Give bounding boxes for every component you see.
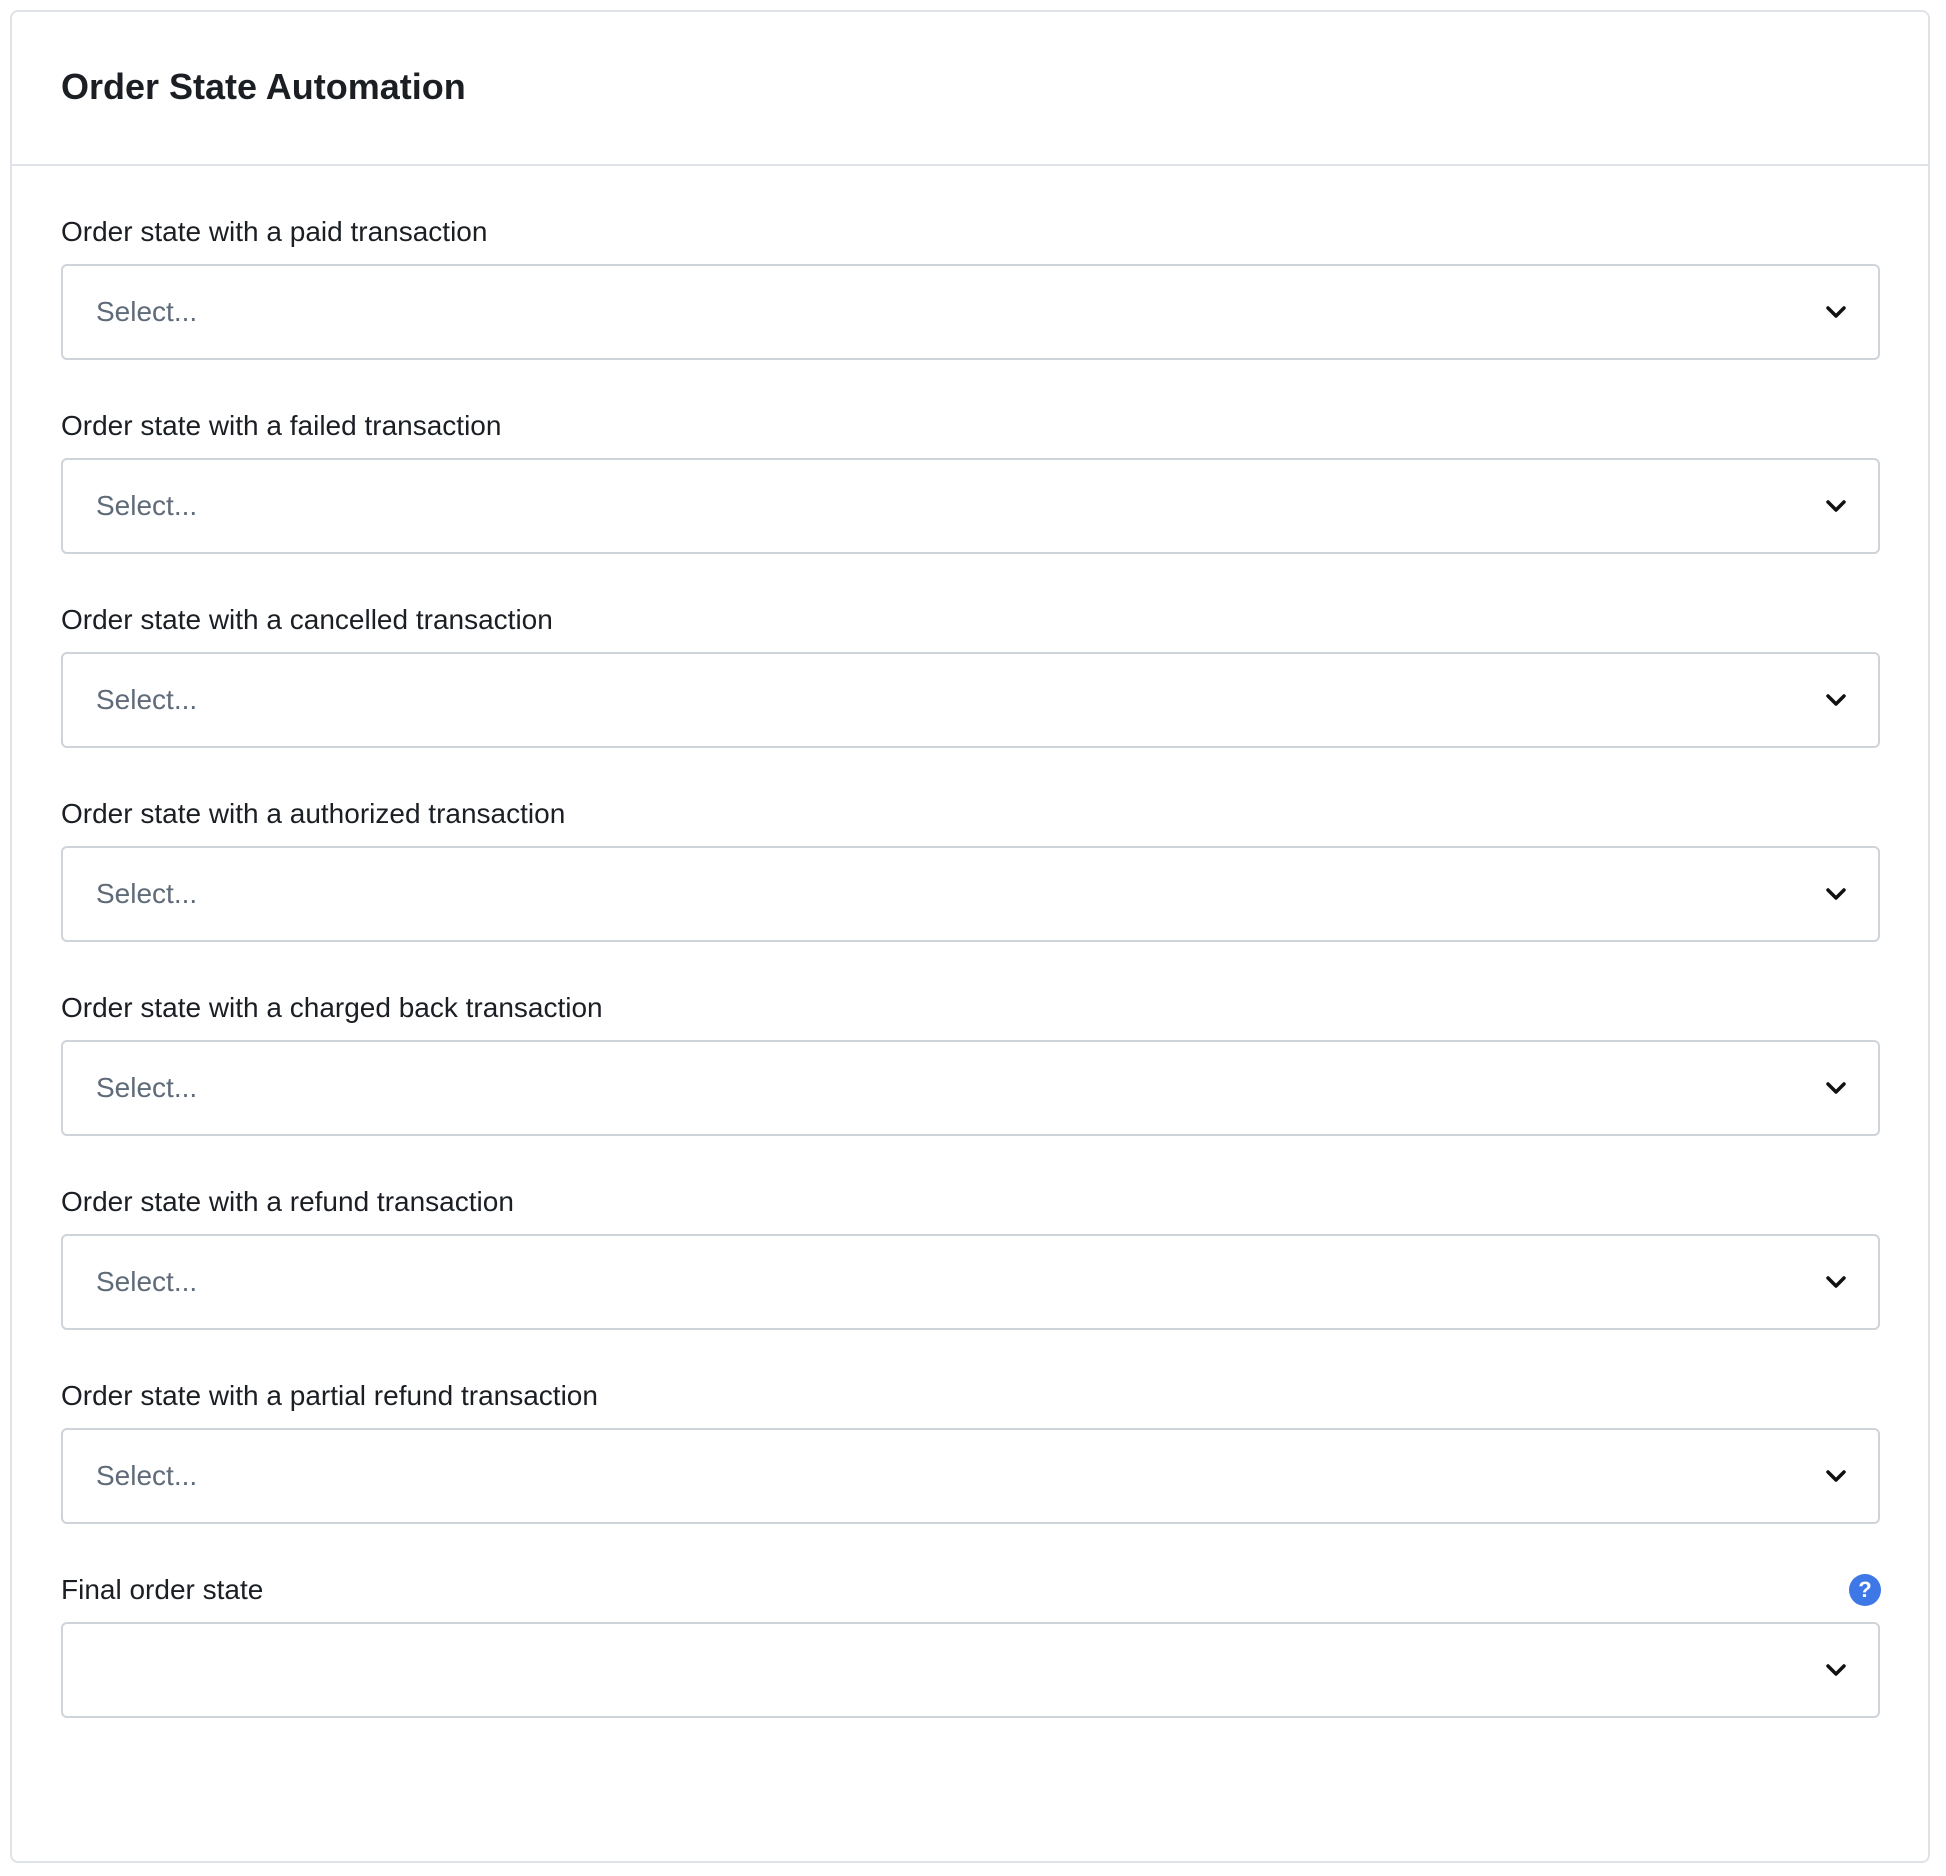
field-cancelled-transaction: Order state with a cancelled transaction… [61,602,1880,748]
chevron-down-icon [1824,1270,1848,1294]
field-label-row: Order state with a charged back transact… [61,990,1880,1026]
field-label-row: Order state with a partial refund transa… [61,1378,1880,1414]
field-refund-transaction: Order state with a refund transaction Se… [61,1184,1880,1330]
refund-transaction-select[interactable]: Select... [61,1234,1880,1330]
failed-transaction-select[interactable]: Select... [61,458,1880,554]
chevron-down-icon [1824,494,1848,518]
field-label: Order state with a partial refund transa… [61,1380,598,1411]
field-label-row: Final order state ? [61,1572,1881,1608]
field-authorized-transaction: Order state with a authorized transactio… [61,796,1880,942]
authorized-transaction-select[interactable]: Select... [61,846,1880,942]
field-label: Order state with a refund transaction [61,1186,514,1217]
field-label: Order state with a paid transaction [61,216,488,247]
chevron-down-icon [1824,1076,1848,1100]
field-failed-transaction: Order state with a failed transaction Se… [61,408,1880,554]
chevron-down-icon [1824,882,1848,906]
field-label-row: Order state with a cancelled transaction [61,602,1880,638]
select-placeholder: Select... [96,878,198,909]
field-label: Order state with a charged back transact… [61,992,603,1023]
charged-back-transaction-select[interactable]: Select... [61,1040,1880,1136]
paid-transaction-select[interactable]: Select... [61,264,1880,360]
field-label-row: Order state with a failed transaction [61,408,1880,444]
chevron-down-icon [1824,1464,1848,1488]
question-mark-icon[interactable]: ? [1849,1574,1881,1606]
field-label: Order state with a failed transaction [61,410,502,441]
field-label: Final order state [61,1574,264,1605]
final-order-state-select[interactable] [61,1622,1880,1718]
field-label-row: Order state with a authorized transactio… [61,796,1880,832]
chevron-down-icon [1824,1658,1848,1682]
order-state-automation-card: Order State Automation Order state with … [10,10,1930,1863]
select-placeholder: Select... [96,684,198,715]
field-label-row: Order state with a refund transaction [61,1184,1880,1220]
field-charged-back-transaction: Order state with a charged back transact… [61,990,1880,1136]
field-label: Order state with a authorized transactio… [61,798,566,829]
field-label-row: Order state with a paid transaction [61,214,1880,250]
field-paid-transaction: Order state with a paid transaction Sele… [61,214,1880,360]
field-label: Order state with a cancelled transaction [61,604,553,635]
card-body: Order state with a paid transaction Sele… [12,214,1928,1718]
field-partial-refund-transaction: Order state with a partial refund transa… [61,1378,1880,1524]
chevron-down-icon [1824,688,1848,712]
chevron-down-icon [1824,300,1848,324]
select-placeholder: Select... [96,296,198,327]
select-placeholder: Select... [96,1266,198,1297]
select-placeholder: Select... [96,490,198,521]
cancelled-transaction-select[interactable]: Select... [61,652,1880,748]
field-final-order-state: Final order state ? [61,1572,1881,1718]
select-placeholder: Select... [96,1460,198,1491]
card-title: Order State Automation [61,66,466,107]
select-placeholder: Select... [96,1072,198,1103]
partial-refund-transaction-select[interactable]: Select... [61,1428,1880,1524]
card-header: Order State Automation [12,12,1928,166]
